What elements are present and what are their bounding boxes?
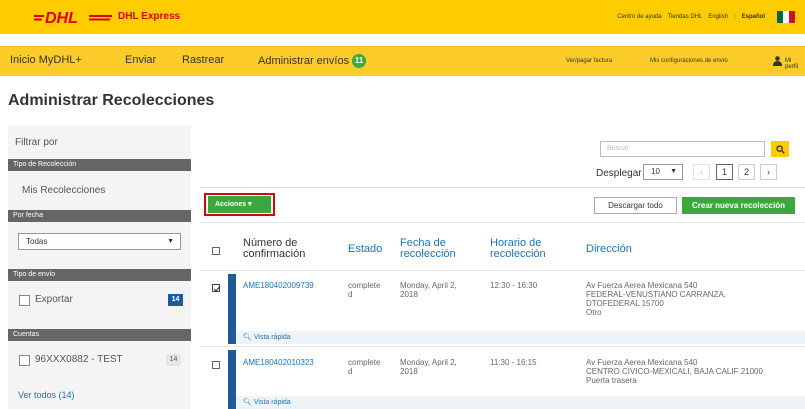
address-line3: DTOFEDERAL 15700 xyxy=(586,299,664,308)
search-button[interactable] xyxy=(771,141,789,157)
section-accounts: Cuentas xyxy=(8,329,191,341)
table-top-line xyxy=(200,222,805,223)
help-link[interactable]: Centro de ayuda xyxy=(617,14,661,20)
nav-send[interactable]: Enviar xyxy=(125,54,156,66)
quick-view-bar xyxy=(236,396,805,409)
export-label: Exportar xyxy=(35,294,73,305)
filter-title: Filtrar por xyxy=(15,137,58,148)
utility-links: Centro de ayuda Tiendas DHL English | Es… xyxy=(617,14,765,20)
export-checkbox[interactable] xyxy=(19,295,30,306)
export-count-badge: 14 xyxy=(168,294,183,306)
account-checkbox[interactable] xyxy=(19,355,30,366)
quick-view-label: Vista rápida xyxy=(253,334,291,341)
section-pickup-type: Tipo de Recolección xyxy=(8,159,191,171)
nav-track[interactable]: Rastrear xyxy=(182,54,224,66)
search-icon: 🔍︎ xyxy=(243,399,252,406)
mexico-flag-icon[interactable] xyxy=(777,11,795,23)
language-english[interactable]: English xyxy=(708,14,728,20)
address-line2: FEDERAL-VENUSTIANO CARRANZA, xyxy=(586,290,727,299)
quick-view-label: Vista rápida xyxy=(253,399,291,406)
section-by-date: Por fecha xyxy=(8,210,191,222)
per-page-select[interactable]: 10 ▼ xyxy=(643,164,683,180)
dhl-logo[interactable]: DHL xyxy=(34,9,112,25)
col-time-header[interactable]: Horario de recolección xyxy=(490,238,560,260)
display-label: Desplegar xyxy=(596,168,642,179)
filter-sidebar: Filtrar por Tipo de Recolección Mis Reco… xyxy=(8,126,191,409)
address-line1: Av Fuerza Aerea Mexicana 540 xyxy=(586,358,698,367)
pickup-time: 11:30 - 16:15 xyxy=(490,358,537,367)
toolbar-divider xyxy=(200,187,805,188)
page-next-button[interactable]: › xyxy=(760,164,777,180)
row-accent-bar xyxy=(228,350,236,409)
quick-view-link[interactable]: 🔍︎ Vista rápida xyxy=(243,396,291,409)
quick-view-link[interactable]: 🔍︎ Vista rápida xyxy=(243,331,291,344)
page-title: Administrar Recolecciones xyxy=(8,92,215,109)
per-page-value: 10 xyxy=(651,167,660,176)
col-status-header[interactable]: Estado xyxy=(348,244,382,255)
select-all-checkbox[interactable] xyxy=(212,247,220,255)
main-nav: Inicio MyDHL+ Enviar Rastrear Administra… xyxy=(0,46,805,76)
actions-dropdown-button[interactable]: Acciones ▾ xyxy=(208,196,271,213)
col-confirmation-header[interactable]: Número de confirmación xyxy=(243,238,323,260)
page-prev-button[interactable]: ‹ xyxy=(693,164,710,180)
top-header: DHL DHL Express Centro de ayuda Tiendas … xyxy=(0,0,805,34)
row-divider xyxy=(200,346,805,347)
page-2-button[interactable]: 2 xyxy=(738,164,755,180)
logo-text: DHL xyxy=(45,10,78,25)
date-filter-select[interactable]: Todas ▼ xyxy=(18,233,181,250)
nav-profile[interactable]: Mi perfil xyxy=(785,58,805,70)
create-pickup-button[interactable]: Crear nueva recolección xyxy=(682,197,795,214)
search-input[interactable]: Buscar xyxy=(600,141,765,157)
pickup-time: 12:30 - 16:30 xyxy=(490,281,538,290)
check-icon xyxy=(213,286,221,292)
caret-down-icon: ▼ xyxy=(167,238,174,245)
language-separator: | xyxy=(734,14,736,20)
language-spanish[interactable]: Español xyxy=(742,14,765,20)
nav-pay-invoice[interactable]: Ver/pagar factura xyxy=(566,58,612,64)
table-header-line xyxy=(200,270,805,271)
confirmation-number-link[interactable]: AME180402009739 xyxy=(243,281,314,290)
see-all-accounts-link[interactable]: Ver todos (14) xyxy=(18,390,75,400)
nav-home[interactable]: Inicio MyDHL+ xyxy=(10,54,82,66)
col-address-header[interactable]: Dirección xyxy=(586,244,632,255)
user-icon[interactable] xyxy=(773,56,782,66)
shipments-count-badge: 11 xyxy=(352,54,367,68)
nav-manage-shipments[interactable]: Administrar envíos 11 xyxy=(258,54,367,68)
status-value: complete d xyxy=(348,358,381,376)
page-1-button[interactable]: 1 xyxy=(716,164,733,180)
status-value: complete d xyxy=(348,281,381,299)
nav-settings[interactable]: Mis configuraciones de envío xyxy=(650,58,728,64)
pickup-date: Monday, April 2, 2018 xyxy=(400,358,457,376)
row-accent-bar xyxy=(228,274,236,344)
date-filter-value: Todas xyxy=(26,237,48,246)
section-shipment-type: Tipo de envío xyxy=(8,269,191,281)
row-checkbox[interactable] xyxy=(212,284,221,292)
my-pickups-filter[interactable]: Mis Recolecciones xyxy=(22,185,105,196)
address-line3: Puerta trasera xyxy=(586,376,637,385)
search-icon: 🔍︎ xyxy=(243,334,252,341)
address-line1: Av Fuerza Aerea Mexicana 540 xyxy=(586,281,698,290)
account-label: 96XXX0882 - TEST xyxy=(35,354,123,365)
row-checkbox[interactable] xyxy=(212,361,220,369)
search-icon xyxy=(775,144,785,154)
account-count-badge: 14 xyxy=(166,354,181,366)
stores-link[interactable]: Tiendas DHL xyxy=(668,14,703,20)
download-all-button[interactable]: Descargar todo xyxy=(594,197,677,214)
quick-view-bar xyxy=(236,331,805,344)
address-line2: CENTRO CIVICO-MEXICALI, BAJA CALIF 21000 xyxy=(586,367,763,376)
col-date-header[interactable]: Fecha de recolección xyxy=(400,238,470,260)
pickup-date: Monday, April 2, 2018 xyxy=(400,281,457,299)
product-name: DHL Express xyxy=(118,11,181,22)
caret-down-icon: ▼ xyxy=(670,168,677,175)
address-line4: Otro xyxy=(586,308,602,317)
confirmation-number-link[interactable]: AME180402010323 xyxy=(243,358,314,367)
nav-manage-label: Administrar envíos xyxy=(258,55,350,67)
